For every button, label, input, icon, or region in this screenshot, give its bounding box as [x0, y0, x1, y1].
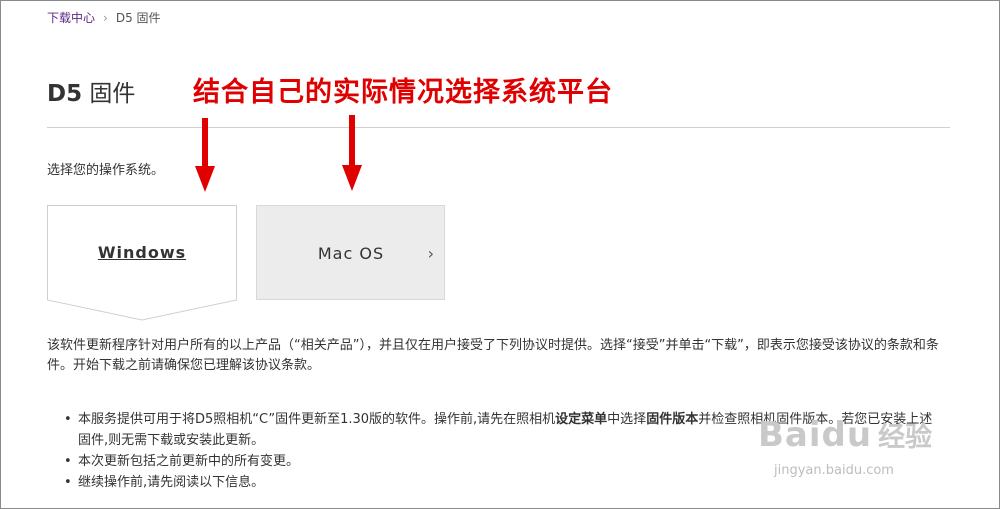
chevron-right-icon: › [427, 244, 434, 263]
list-item-text: 中选择 [607, 412, 647, 427]
page-title-model: D5 [47, 81, 83, 107]
breadcrumb-home-link[interactable]: 下载中心 [47, 11, 95, 25]
page-title: D5 固件 [47, 74, 135, 108]
windows-option-label: Windows [97, 243, 187, 262]
title-divider [47, 127, 950, 128]
annotation-arrow-icon [342, 115, 362, 191]
os-prompt: 选择您的操作系统。 [47, 163, 165, 178]
list-item-bold-text: 设定菜单 [555, 412, 608, 427]
mac-os-option-label: Mac OS [317, 244, 385, 263]
baidu-watermark: Baidu 经验 jingyan.baidu.com [758, 415, 933, 478]
watermark-url: jingyan.baidu.com [774, 463, 894, 478]
list-item-bold-text: 固件版本 [646, 412, 699, 427]
annotation-arrow-icon [195, 118, 215, 192]
mac-os-option[interactable]: Mac OS › [256, 205, 445, 300]
terms-paragraph: 该软件更新程序针对用户所有的以上产品（“相关产品”），并且仅在用户接受了下列协议… [47, 338, 939, 373]
selected-tab-outline-icon [47, 205, 237, 321]
watermark-sub: 经验 [878, 422, 933, 453]
windows-option[interactable]: Windows [47, 205, 237, 321]
watermark-brand: Baidu [758, 415, 873, 455]
list-item-text: 本服务提供可用于将D5照相机“C”固件更新至1.30版的软件。操作前,请先在照相… [78, 412, 556, 427]
breadcrumb-current: D5 固件 [115, 11, 161, 25]
breadcrumb: 下载中心 › D5 固件 [47, 9, 161, 26]
annotation-text: 结合自己的实际情况选择系统平台 [193, 77, 613, 108]
page-title-text: 固件 [82, 81, 136, 107]
breadcrumb-separator: › [103, 11, 108, 25]
